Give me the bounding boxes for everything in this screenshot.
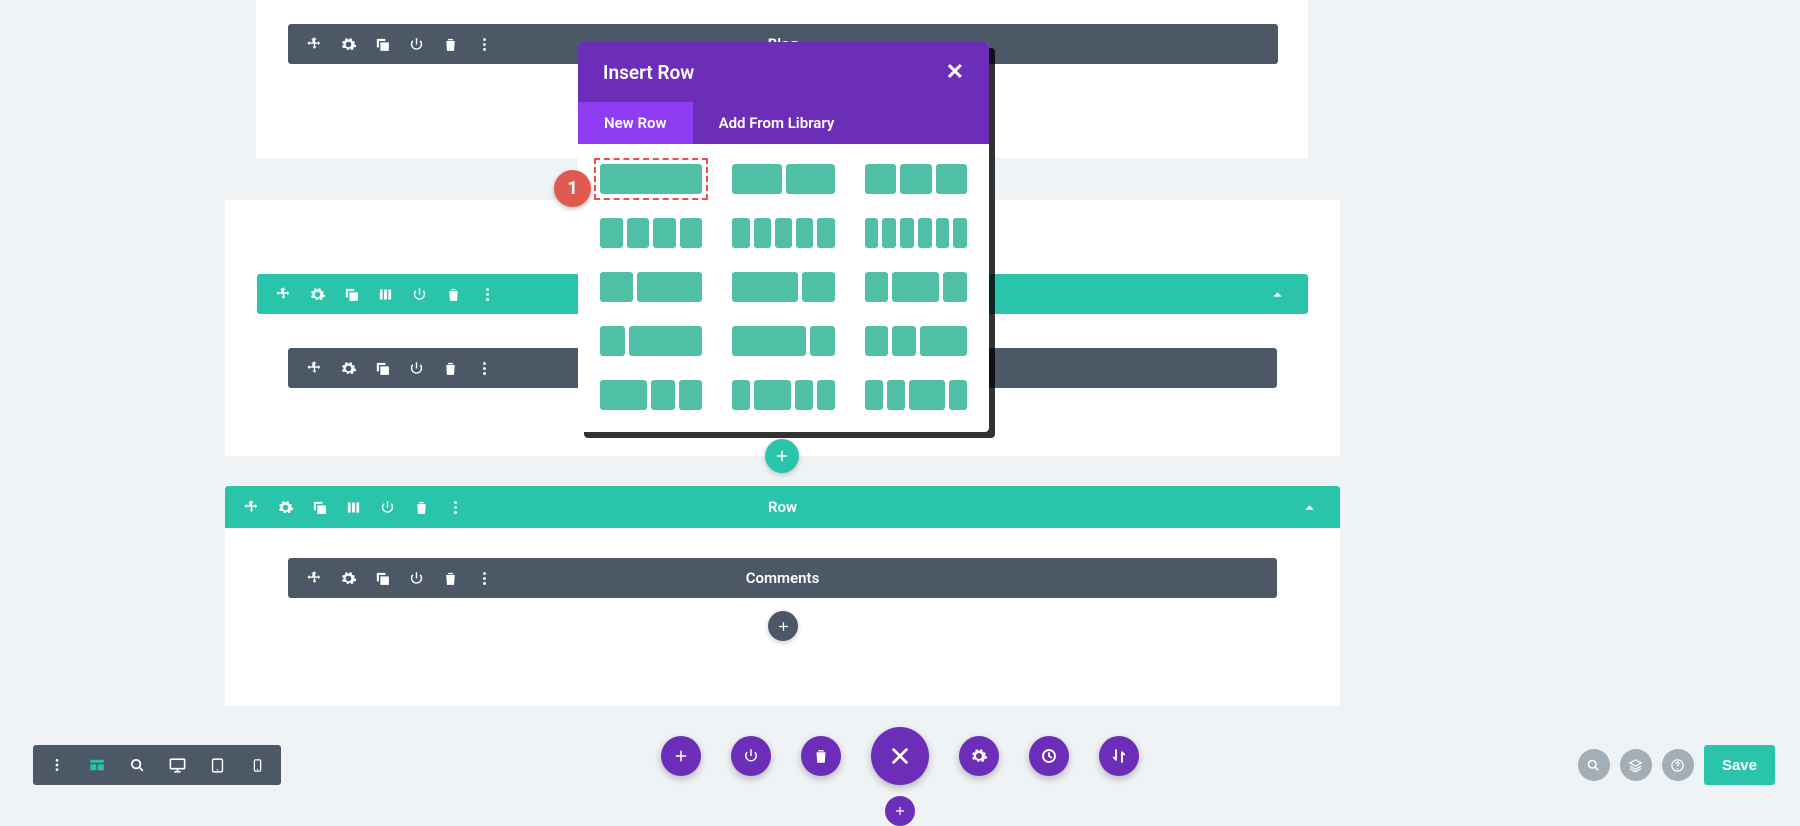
power-icon[interactable] [379,499,396,516]
view-toolbar [33,745,281,785]
layout-option[interactable] [600,218,702,248]
layout-option[interactable] [732,272,834,302]
trash-icon[interactable] [442,36,459,53]
more-icon[interactable] [479,286,496,303]
more-icon[interactable] [37,745,77,785]
module-title: Comments [746,569,820,587]
add-section-peek-button[interactable] [885,796,915,826]
gear-icon[interactable] [309,286,326,303]
settings-button[interactable] [959,736,999,776]
more-icon[interactable] [476,360,493,377]
close-icon[interactable]: ✕ [946,60,964,85]
section-lower: Row Comments [225,486,1340,706]
trash-icon[interactable] [413,499,430,516]
layout-option[interactable] [600,380,702,410]
move-icon[interactable] [306,36,323,53]
callout-badge: 1 [554,170,591,207]
insert-row-popup: Insert Row ✕ New Row Add From Library [578,42,989,432]
tablet-view-icon[interactable] [197,745,237,785]
row-title: Row [768,498,797,516]
power-icon[interactable] [408,360,425,377]
power-icon[interactable] [411,286,428,303]
module-comments-bar[interactable]: Comments [288,558,1277,598]
collapse-icon[interactable] [1269,286,1286,303]
tab-add-from-library[interactable]: Add From Library [693,102,861,144]
wireframe-view-icon[interactable] [77,745,117,785]
history-button[interactable] [1029,736,1069,776]
trash-icon[interactable] [442,360,459,377]
save-area: Save [1578,745,1775,785]
zoom-icon[interactable] [117,745,157,785]
delete-button[interactable] [801,736,841,776]
layout-option[interactable] [865,380,967,410]
layout-option[interactable] [732,326,834,356]
layout-option[interactable] [865,326,967,356]
duplicate-icon[interactable] [311,499,328,516]
layout-option[interactable] [732,218,834,248]
layout-option[interactable] [732,164,834,194]
more-icon[interactable] [476,36,493,53]
desktop-view-icon[interactable] [157,745,197,785]
layout-option[interactable] [865,272,967,302]
duplicate-icon[interactable] [374,360,391,377]
layout-option[interactable] [865,218,967,248]
move-icon[interactable] [306,360,323,377]
power-button[interactable] [731,736,771,776]
move-icon[interactable] [306,570,323,587]
layout-option[interactable] [600,272,702,302]
trash-icon[interactable] [442,570,459,587]
duplicate-icon[interactable] [374,570,391,587]
more-icon[interactable] [447,499,464,516]
add-row-button[interactable] [765,439,799,473]
duplicate-icon[interactable] [374,36,391,53]
columns-icon[interactable] [345,499,362,516]
popup-header[interactable]: Insert Row ✕ [578,42,989,102]
layers-icon[interactable] [1620,749,1652,781]
gear-icon[interactable] [340,36,357,53]
popup-tabs: New Row Add From Library [578,102,989,144]
add-module-button[interactable] [768,611,798,641]
tab-new-row[interactable]: New Row [578,102,693,144]
builder-action-bar [661,727,1139,785]
search-icon[interactable] [1578,749,1610,781]
power-icon[interactable] [408,570,425,587]
power-icon[interactable] [408,36,425,53]
layout-option[interactable] [600,164,702,194]
move-icon[interactable] [243,499,260,516]
layout-options-grid [578,144,989,432]
popup-title: Insert Row [603,61,694,84]
gear-icon[interactable] [340,570,357,587]
collapse-icon[interactable] [1301,499,1318,516]
phone-view-icon[interactable] [237,745,277,785]
save-button[interactable]: Save [1704,745,1775,785]
layout-option[interactable] [600,326,702,356]
add-button[interactable] [661,736,701,776]
help-icon[interactable] [1662,749,1694,781]
layout-option[interactable] [732,380,834,410]
gear-icon[interactable] [340,360,357,377]
gear-icon[interactable] [277,499,294,516]
columns-icon[interactable] [377,286,394,303]
layout-option[interactable] [865,164,967,194]
more-icon[interactable] [476,570,493,587]
sort-button[interactable] [1099,736,1139,776]
close-builder-button[interactable] [871,727,929,785]
trash-icon[interactable] [445,286,462,303]
move-icon[interactable] [275,286,292,303]
row-bar-lower[interactable]: Row [225,486,1340,528]
duplicate-icon[interactable] [343,286,360,303]
